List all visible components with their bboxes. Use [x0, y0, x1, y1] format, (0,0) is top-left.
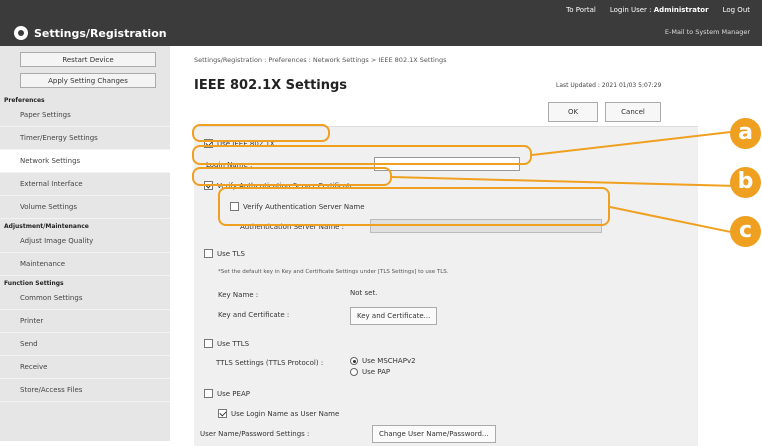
- login-user-label: Login User :: [609, 6, 652, 14]
- to-portal-link[interactable]: To Portal: [566, 6, 596, 14]
- sidebar-item-printer[interactable]: Printer: [0, 310, 170, 333]
- radio-mschapv2-label: Use MSCHAPv2: [362, 357, 416, 365]
- use-tls-checkbox[interactable]: [204, 249, 213, 258]
- use-login-as-user-label: Use Login Name as User Name: [231, 409, 340, 418]
- change-user-password-button[interactable]: Change User Name/Password...: [372, 425, 496, 443]
- sidebar-item-adjust-image-quality[interactable]: Adjust Image Quality: [0, 230, 170, 253]
- ttls-option-mschapv2: Use MSCHAPv2: [350, 357, 416, 365]
- logout-link[interactable]: Log Out: [723, 6, 750, 14]
- login-user-name: Administrator: [653, 6, 709, 14]
- highlight-verify-name: [218, 187, 610, 226]
- sidebar-section-title: Adjustment/Maintenance: [4, 223, 89, 230]
- highlight-use-ieee: [192, 124, 330, 142]
- callout-badge-b: b: [730, 167, 761, 198]
- main-content: Settings/Registration : Preferences : Ne…: [178, 46, 762, 446]
- cancel-button[interactable]: Cancel: [605, 102, 661, 122]
- key-name-value: Not set.: [350, 289, 378, 297]
- callout-badge-a: a: [730, 118, 761, 149]
- use-login-as-user-checkbox[interactable]: [218, 409, 227, 418]
- sidebar-item-maintenance[interactable]: Maintenance: [0, 253, 170, 276]
- user-pw-settings-label: User Name/Password Settings :: [200, 430, 310, 438]
- sidebar-section-title: Preferences: [4, 97, 45, 104]
- use-peap-label: Use PEAP: [217, 389, 250, 398]
- login-user: Login User : Administrator: [610, 6, 709, 14]
- sidebar: Restart Device Apply Setting Changes Pre…: [0, 46, 170, 441]
- use-tls-row: Use TLS: [204, 249, 245, 258]
- sidebar-section-title: Function Settings: [4, 280, 64, 287]
- sidebar-item-volume-settings[interactable]: Volume Settings: [0, 196, 170, 219]
- use-login-as-user-row: Use Login Name as User Name: [218, 409, 339, 418]
- sidebar-item-store-access-files[interactable]: Store/Access Files: [0, 379, 170, 402]
- ttls-option-pap: Use PAP: [350, 368, 390, 376]
- key-cert-label: Key and Certificate :: [218, 311, 290, 319]
- sidebar-item-network-settings[interactable]: Network Settings: [0, 150, 170, 173]
- email-admin-link[interactable]: E-Mail to System Manager: [665, 28, 750, 36]
- use-ttls-label: Use TTLS: [217, 339, 250, 348]
- use-peap-checkbox[interactable]: [204, 389, 213, 398]
- use-tls-label: Use TLS: [217, 249, 245, 258]
- tls-note: *Set the default key in Key and Certific…: [218, 269, 449, 275]
- sidebar-item-common-settings[interactable]: Common Settings: [0, 287, 170, 310]
- use-peap-row: Use PEAP: [204, 389, 250, 398]
- radio-pap-label: Use PAP: [362, 368, 391, 376]
- sidebar-item-timer-energy[interactable]: Timer/Energy Settings: [0, 127, 170, 150]
- ok-button[interactable]: OK: [548, 102, 598, 122]
- apply-changes-button[interactable]: Apply Setting Changes: [20, 73, 156, 88]
- ttls-settings-label: TTLS Settings (TTLS Protocol) :: [216, 359, 324, 367]
- breadcrumb: Settings/Registration : Preferences : Ne…: [194, 56, 447, 64]
- highlight-login-name: [192, 145, 532, 165]
- radio-mschapv2[interactable]: [350, 357, 358, 365]
- highlight-verify-cert: [192, 167, 392, 186]
- use-ttls-row: Use TTLS: [204, 339, 249, 348]
- sidebar-item-receive[interactable]: Receive: [0, 356, 170, 379]
- app-title: Settings/Registration: [14, 26, 167, 40]
- header-bar: Settings/Registration To Portal Login Us…: [0, 0, 762, 46]
- sidebar-item-paper-settings[interactable]: Paper Settings: [0, 104, 170, 127]
- last-updated: Last Updated : 2021 01/03 5:07:29: [556, 82, 662, 89]
- use-ttls-checkbox[interactable]: [204, 339, 213, 348]
- callout-badge-c: c: [730, 216, 761, 247]
- top-links: To Portal Login User : Administrator Log…: [566, 6, 750, 14]
- gear-icon: [14, 26, 28, 40]
- sidebar-item-external-interface[interactable]: External Interface: [0, 173, 170, 196]
- page-title: IEEE 802.1X Settings: [194, 78, 348, 93]
- app-title-text: Settings/Registration: [34, 26, 167, 40]
- radio-pap[interactable]: [350, 368, 358, 376]
- restart-device-button[interactable]: Restart Device: [20, 52, 156, 67]
- key-cert-button[interactable]: Key and Certificate...: [350, 307, 438, 325]
- sidebar-item-send[interactable]: Send: [0, 333, 170, 356]
- key-name-label: Key Name :: [218, 291, 259, 299]
